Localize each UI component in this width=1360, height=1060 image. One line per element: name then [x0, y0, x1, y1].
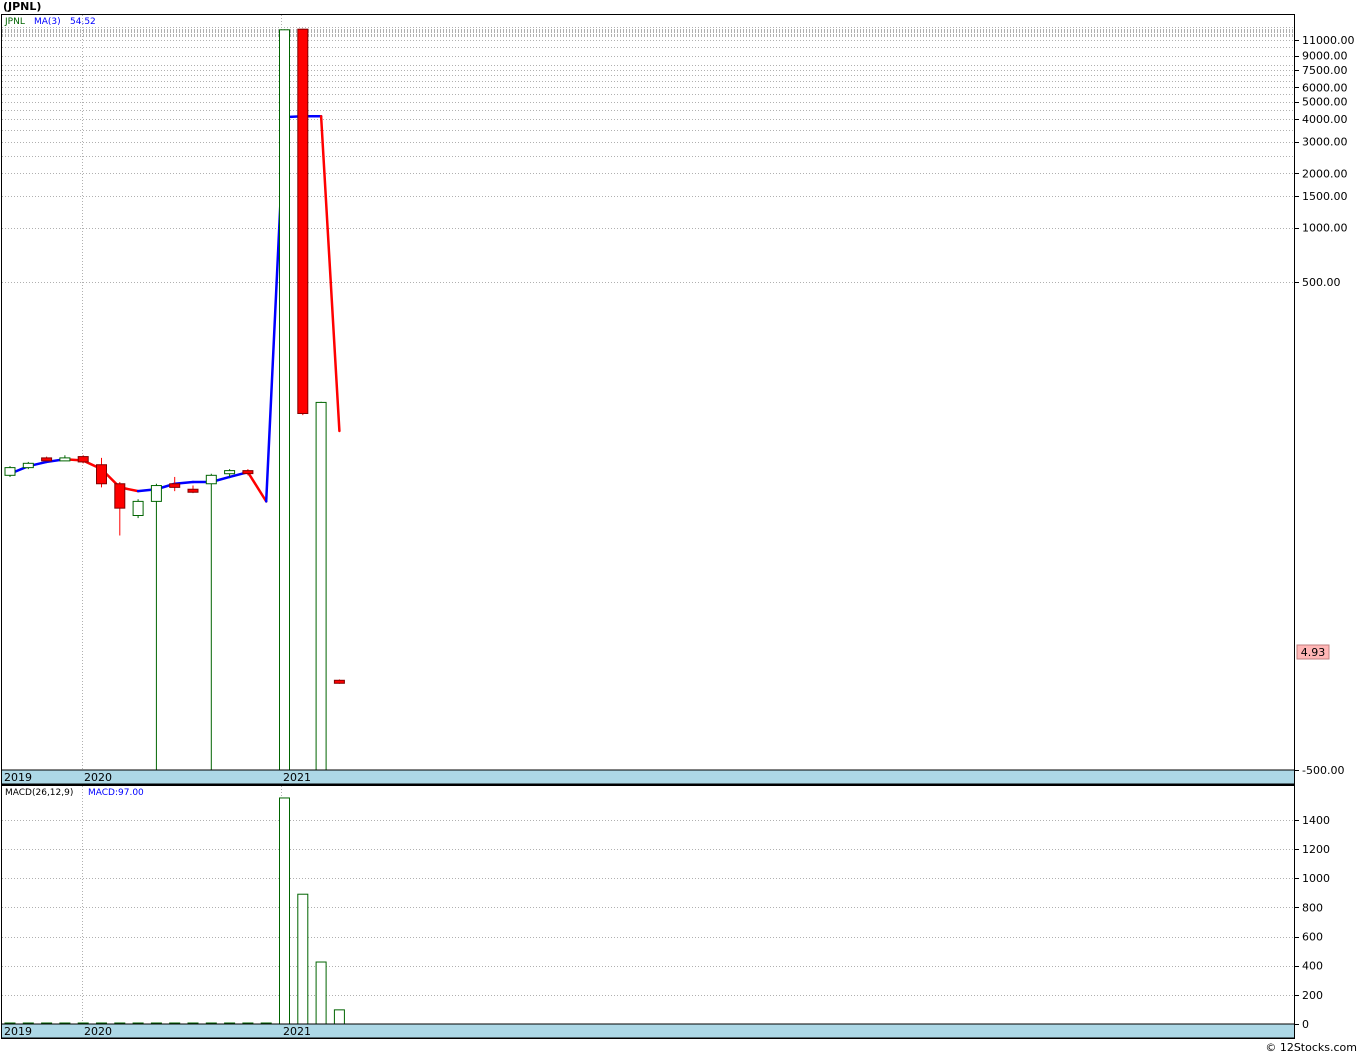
candle-down: [242, 470, 254, 475]
price-y-tick-label: 5000.00: [1302, 96, 1348, 109]
macd-y-tick-label: 1000: [1302, 872, 1330, 885]
legend-symbol: JPNL: [4, 17, 25, 27]
price-y-tick-label: 7500.00: [1302, 64, 1348, 77]
price-x-tick-label: 2020: [84, 771, 112, 784]
last-price-value: 4.93: [1301, 646, 1326, 659]
candle-up: [150, 485, 162, 502]
legend-ma-label: MA(3): [34, 17, 61, 27]
candle-down: [114, 483, 126, 509]
price-y-tick-label: 3000.00: [1302, 136, 1348, 149]
candle-up: [224, 470, 236, 475]
price-y-tick-label: 4000.00: [1302, 113, 1348, 126]
legend-macd-label: MACD(26,12,9): [5, 788, 73, 798]
price-legend: JPNL MA(3) 54.52: [4, 17, 96, 27]
price-y-tick-label: 9000.00: [1302, 50, 1348, 63]
price-y-tick-label: 6000.00: [1302, 81, 1348, 94]
macd-y-tick-label: 1200: [1302, 843, 1330, 856]
macd-y-tick-label: 0: [1302, 1018, 1309, 1031]
price-y-tick-label: 2000.00: [1302, 167, 1348, 180]
macd-y-tick-label: 800: [1302, 901, 1323, 914]
macd-x-tick-label: 2019: [4, 1025, 32, 1038]
price-x-axis-band: [1, 769, 1295, 785]
candle-up: [279, 29, 290, 771]
legend-macd-value: MACD:97.00: [88, 788, 144, 798]
macd-bar: [297, 893, 309, 1025]
legend-ma-value: 54.52: [70, 17, 96, 27]
macd-y-tick-label: 600: [1302, 931, 1323, 944]
price-y-tick-label: -500.00: [1302, 764, 1344, 777]
macd-y-tick-label: 400: [1302, 960, 1323, 973]
candle-up: [132, 500, 144, 516]
chart-canvas: (JPNL) 11000.00 9000.007500.00 6000.00 5000…: [0, 0, 1360, 1056]
candle-down: [297, 28, 309, 415]
macd-bar: [315, 961, 327, 1025]
candle-up: [315, 401, 327, 771]
macd-x-tick-label: 2021: [283, 1025, 311, 1038]
candle-up: [4, 467, 16, 476]
candle-down: [333, 679, 345, 684]
candle-up: [205, 474, 217, 485]
macd-bar: [279, 797, 290, 1025]
last-price-tag: 4.93: [1296, 644, 1330, 660]
price-y-tick-label: 1500.00: [1302, 190, 1348, 203]
copyright: © 12Stocks.com: [1265, 1041, 1357, 1054]
macd-y-tick-label: 200: [1302, 989, 1323, 1002]
candle-down: [96, 464, 107, 485]
candle-down: [41, 457, 53, 462]
macd-x-axis-band: [1, 1023, 1295, 1039]
macd-x-tick-label: 2020: [84, 1025, 112, 1038]
price-x-tick-label: 2021: [283, 771, 311, 784]
candle-up: [59, 457, 71, 462]
candle-down: [187, 488, 199, 493]
chart-title: (JPNL): [3, 0, 41, 13]
macd-y-tick-label: 1400: [1302, 814, 1330, 827]
stock-chart: (JPNL) 11000.00 9000.00 7500.00 6000.00 5000…: [0, 0, 1360, 1056]
price-y-tick-label: 500.00: [1302, 276, 1341, 289]
candle-down: [169, 483, 181, 488]
candle-down: [77, 456, 89, 463]
price-y-tick-label: 1000.00: [1302, 222, 1348, 235]
macd-bar: [333, 1009, 345, 1025]
price-y-tick-label: 11000.00: [1302, 34, 1355, 47]
macd-panel: [1, 785, 1295, 1039]
price-x-tick-label: 2019: [4, 771, 32, 784]
candle-up: [22, 462, 34, 469]
